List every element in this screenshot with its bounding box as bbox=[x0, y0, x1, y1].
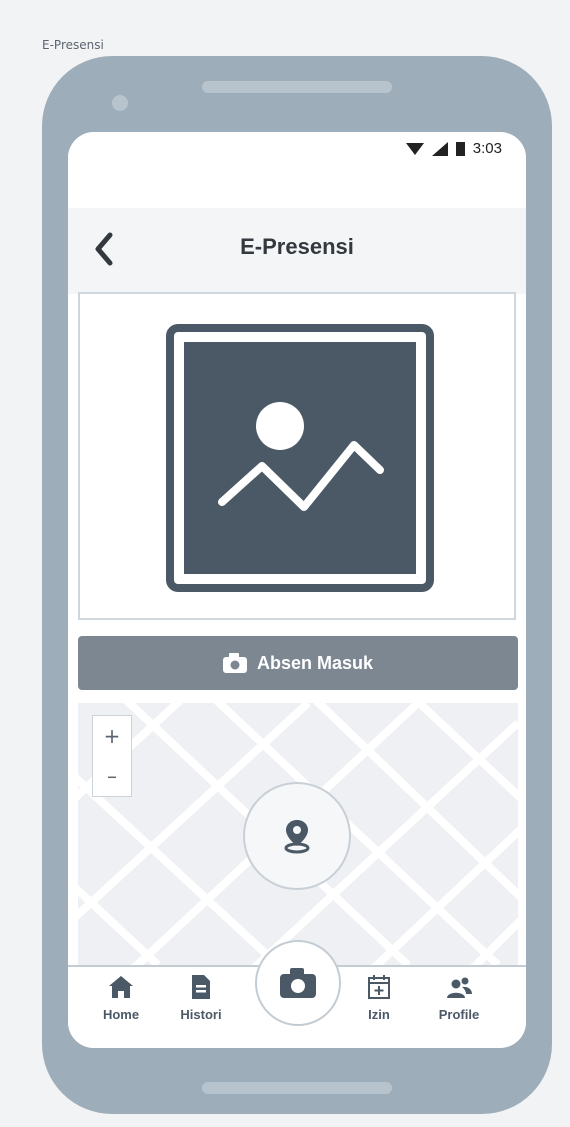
zoom-out-button[interactable]: – bbox=[93, 756, 131, 796]
home-icon bbox=[109, 976, 133, 998]
nav-item-izin[interactable]: Izin bbox=[344, 973, 414, 1022]
image-placeholder-frame bbox=[166, 324, 434, 592]
speaker-top bbox=[202, 81, 392, 93]
battery-icon bbox=[455, 142, 465, 156]
nav-label-home: Home bbox=[102, 1007, 140, 1022]
signal-icon bbox=[431, 141, 448, 156]
page-title: E-Presensi bbox=[240, 234, 354, 259]
users-icon bbox=[447, 977, 472, 998]
zoom-control: + – bbox=[92, 715, 132, 797]
status-time: 3:03 bbox=[472, 140, 502, 157]
status-bar: 3:03 bbox=[68, 132, 526, 208]
frame-label: E-Presensi bbox=[42, 38, 104, 52]
nav-label-izin: Izin bbox=[368, 1007, 390, 1022]
nav-item-home[interactable]: Home bbox=[86, 973, 156, 1022]
phone-device: 3:03 E-Presensi Absen Masuk + – Home His… bbox=[42, 56, 552, 1114]
nav-item-histori[interactable]: Histori bbox=[166, 973, 236, 1022]
absen-masuk-button[interactable]: Absen Masuk bbox=[78, 636, 518, 690]
photo-preview bbox=[78, 292, 516, 620]
current-location-button[interactable] bbox=[243, 782, 351, 890]
camera-icon bbox=[280, 968, 316, 998]
zoom-in-button[interactable]: + bbox=[93, 716, 131, 756]
map-pin-icon bbox=[284, 820, 310, 854]
camera-icon bbox=[222, 653, 247, 673]
app-header: E-Presensi bbox=[68, 208, 526, 294]
nav-label-histori: Histori bbox=[180, 1007, 222, 1022]
absen-masuk-label: Absen Masuk bbox=[256, 652, 374, 673]
camera-nav-button[interactable] bbox=[255, 940, 341, 1026]
calendar-plus-icon bbox=[368, 975, 390, 999]
speaker-bottom bbox=[202, 1082, 392, 1094]
image-placeholder-icon bbox=[184, 342, 416, 574]
status-icons: 3:03 bbox=[405, 140, 502, 157]
map-view[interactable]: + – bbox=[78, 703, 518, 965]
nav-item-profile[interactable]: Profile bbox=[424, 973, 494, 1022]
wifi-icon bbox=[405, 142, 424, 155]
screen: 3:03 E-Presensi Absen Masuk + – Home His… bbox=[68, 132, 526, 1048]
document-icon bbox=[192, 975, 210, 999]
front-camera bbox=[112, 95, 128, 111]
nav-label-profile: Profile bbox=[438, 1007, 480, 1022]
